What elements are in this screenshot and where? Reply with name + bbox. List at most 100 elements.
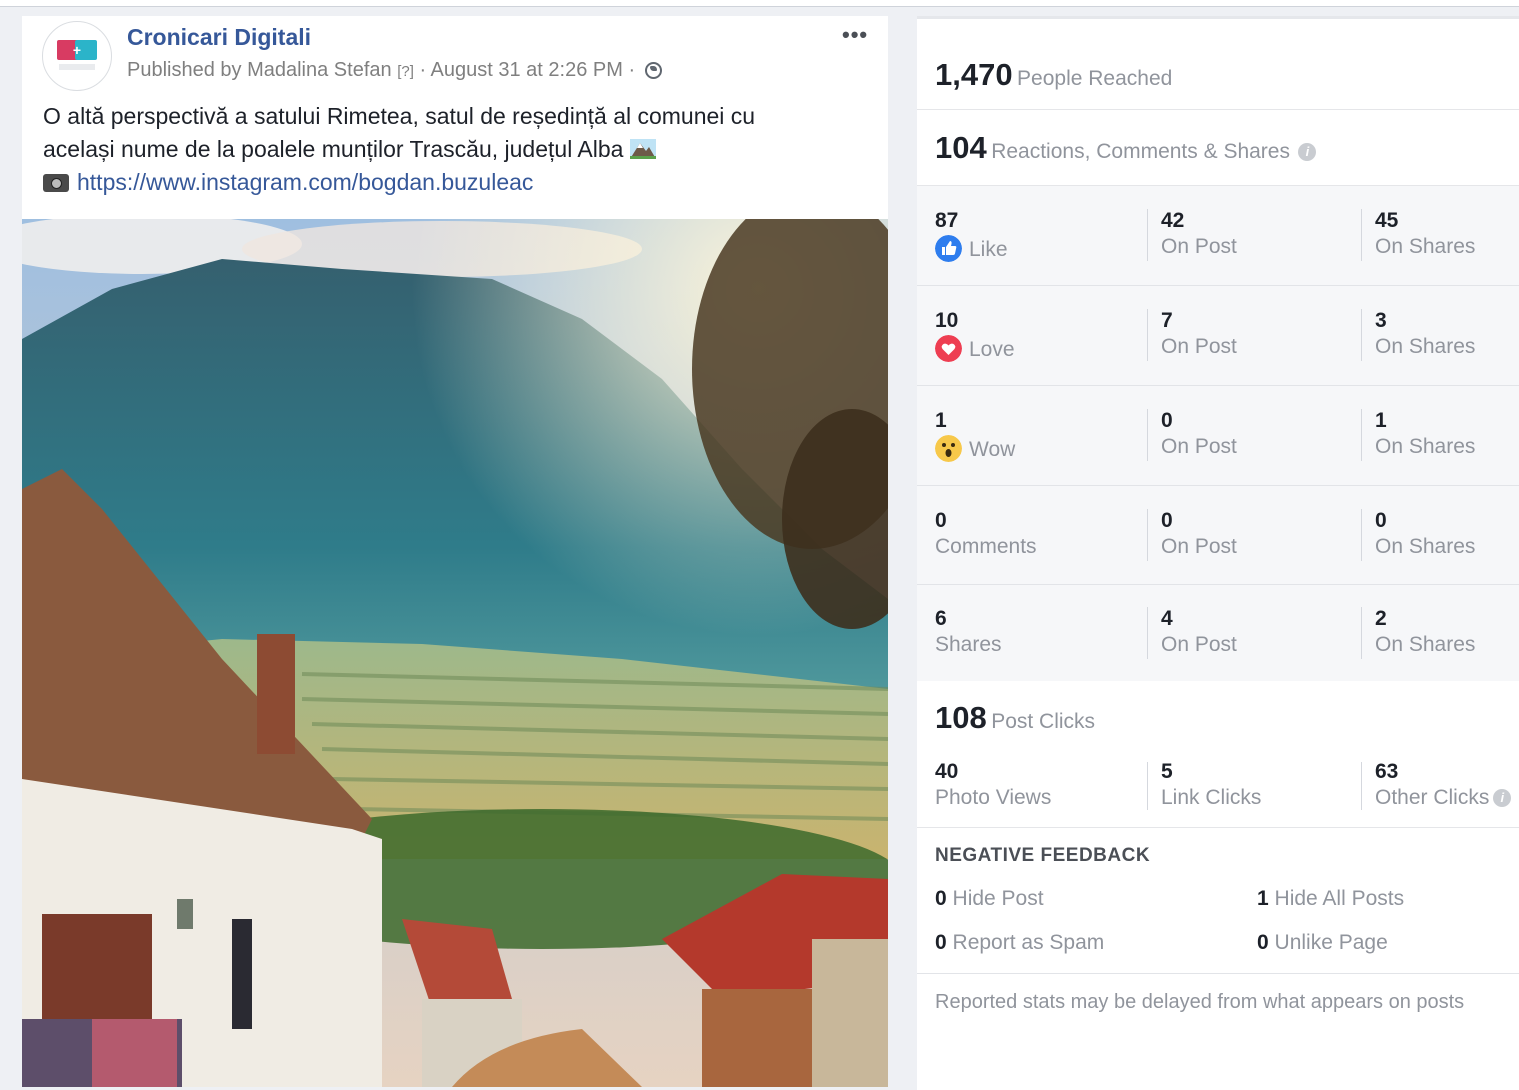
post-card: + Cronicari Digitali Published by Madali… <box>22 16 888 1087</box>
column-divider <box>1361 762 1362 810</box>
shares-label: Shares <box>935 633 1002 656</box>
column-divider <box>1147 409 1148 461</box>
spam-value: 0 <box>935 931 947 954</box>
hide-post-label: Hide Post <box>952 887 1044 910</box>
on-post-label: On Post <box>1161 235 1237 258</box>
post-link-line: https://www.instagram.com/bogdan.buzulea… <box>43 166 843 199</box>
on-shares-label: On Shares <box>1375 633 1476 656</box>
more-icon[interactable]: ••• <box>842 22 868 48</box>
photo-views-value: 40 <box>935 760 959 783</box>
clicks-stat: 108 Post Clicks <box>935 700 1095 736</box>
info-icon[interactable]: i <box>1493 789 1512 807</box>
camera-emoji <box>43 174 69 192</box>
wow-label: Wow <box>969 438 1016 461</box>
engagement-stat: 104 Reactions, Comments & Shares i <box>935 130 1317 166</box>
post-date[interactable]: · August 31 at 2:26 PM · <box>419 59 635 81</box>
wow-label-wrap: Wow <box>935 435 1015 462</box>
column-divider <box>1147 309 1148 361</box>
instagram-link[interactable]: https://www.instagram.com/bogdan.buzulea… <box>77 169 533 195</box>
page-avatar[interactable]: + <box>42 21 112 91</box>
clicks-label: Post Clicks <box>991 710 1096 733</box>
column-divider <box>1147 762 1148 810</box>
unlike-value: 0 <box>1257 931 1269 954</box>
comments-on-post-value: 0 <box>1161 509 1173 532</box>
wow-on-post: 0 On Post <box>1161 409 1237 459</box>
hide-all-value: 1 <box>1257 887 1269 910</box>
column-divider <box>1147 607 1148 659</box>
column-divider <box>1147 209 1148 261</box>
reach-label: People Reached <box>1017 67 1173 90</box>
info-icon[interactable]: i <box>1298 143 1317 161</box>
post-text-line: același nume de la poalele munților Tras… <box>43 133 843 166</box>
love-count: 10 <box>935 309 959 332</box>
on-post-label: On Post <box>1161 335 1237 358</box>
other-clicks: 63 Other Clicks i <box>1375 760 1512 810</box>
help-mark[interactable]: [?] <box>397 63 414 80</box>
spam-label: Report as Spam <box>952 931 1105 954</box>
on-post-label: On Post <box>1161 633 1237 656</box>
other-clicks-label: Other Clicks <box>1375 786 1490 809</box>
column-divider <box>1361 309 1362 361</box>
wow-on-shares: 1 On Shares <box>1375 409 1475 459</box>
post-text-line-content: același nume de la poalele munților Tras… <box>43 136 624 162</box>
published-by[interactable]: Published by Madalina Stefan <box>127 59 392 81</box>
like-on-post-value: 42 <box>1161 209 1185 232</box>
top-border <box>0 0 1519 7</box>
other-clicks-value: 63 <box>1375 760 1399 783</box>
wow-count: 1 <box>935 409 947 432</box>
shares-on-post-value: 4 <box>1161 607 1173 630</box>
reach-row: 1,470 People Reached <box>917 19 1519 110</box>
love-total: 10 Love <box>935 309 1015 362</box>
wow-on-post-value: 0 <box>1161 409 1173 432</box>
column-divider <box>1361 209 1362 261</box>
reach-stat: 1,470 People Reached <box>935 57 1172 93</box>
like-total: 87 Like <box>935 209 1008 262</box>
column-divider <box>1361 607 1362 659</box>
mountain-emoji <box>629 139 656 159</box>
on-shares-label: On Shares <box>1375 235 1476 258</box>
column-divider <box>1361 409 1362 461</box>
reaction-breakdown: 87 Like 42 On Post 45 On Shares 10 Love … <box>917 186 1519 681</box>
wow-icon <box>935 435 962 462</box>
clicks-section: 108 Post Clicks 40 Photo Views 5 Link Cl… <box>917 682 1519 828</box>
like-icon <box>935 235 962 262</box>
love-on-post: 7 On Post <box>1161 309 1237 359</box>
row-divider <box>917 973 1519 974</box>
like-label: Like <box>969 238 1008 261</box>
comments-on-shares: 0 On Shares <box>1375 509 1475 559</box>
avatar-logo-plus: + <box>72 42 82 58</box>
engagement-row: 104 Reactions, Comments & Shares i <box>917 110 1519 186</box>
on-post-label: On Post <box>1161 535 1237 558</box>
like-on-shares-value: 45 <box>1375 209 1399 232</box>
insights-panel: 1,470 People Reached 104 Reactions, Comm… <box>917 16 1519 1090</box>
column-divider <box>1361 509 1362 561</box>
post-photo[interactable] <box>22 219 888 1087</box>
negative-feedback-title: NEGATIVE FEEDBACK <box>935 845 1151 866</box>
on-post-label: On Post <box>1161 435 1237 458</box>
unlike-stat: 0 Unlike Page <box>1257 931 1388 955</box>
shares-on-shares-value: 2 <box>1375 607 1387 630</box>
love-on-post-value: 7 <box>1161 309 1173 332</box>
shares-on-post: 4 On Post <box>1161 607 1237 657</box>
row-divider <box>917 285 1519 286</box>
unlike-label: Unlike Page <box>1274 931 1388 954</box>
love-label: Love <box>969 338 1015 361</box>
page-name-link[interactable]: Cronicari Digitali <box>127 24 311 51</box>
reach-value: 1,470 <box>935 57 1013 92</box>
hide-post-stat: 0 Hide Post <box>935 887 1044 911</box>
shares-count: 6 <box>935 607 947 630</box>
clicks-value: 108 <box>935 700 987 735</box>
engagement-label: Reactions, Comments & Shares <box>991 140 1290 163</box>
other-clicks-label-wrap: Other Clicks i <box>1375 786 1512 810</box>
love-label-wrap: Love <box>935 335 1015 362</box>
row-divider <box>917 584 1519 585</box>
wow-on-shares-value: 1 <box>1375 409 1387 432</box>
hide-all-label: Hide All Posts <box>1274 887 1405 910</box>
comments-label: Comments <box>935 535 1037 558</box>
globe-icon[interactable] <box>644 62 662 79</box>
like-on-shares: 45 On Shares <box>1375 209 1475 259</box>
spam-stat: 0 Report as Spam <box>935 931 1104 955</box>
row-divider <box>917 485 1519 486</box>
shares-on-shares: 2 On Shares <box>1375 607 1475 657</box>
comments-count: 0 <box>935 509 947 532</box>
